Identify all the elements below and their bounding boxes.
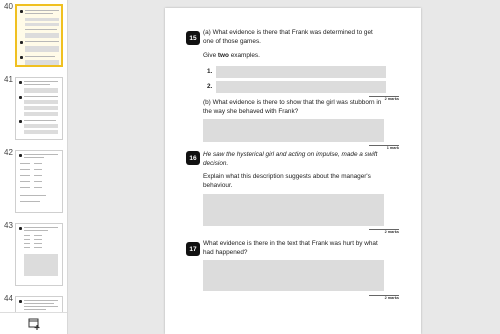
answer-box-15a-2[interactable] [216,81,386,93]
page-thumbnail[interactable] [15,223,63,286]
item-1-label: 1. [207,68,213,75]
page-number: 43 [4,221,13,230]
question-number: 16 [186,151,200,165]
page-number: 40 [4,2,13,11]
give-examples-instruction: Give two examples. [203,52,260,59]
thumbnail-row-43[interactable]: 43 [0,221,67,287]
document-page: 15 (a) What evidence is there that Frank… [165,8,421,334]
page-thumbnail[interactable] [15,150,63,213]
marks-label: 2 marks [384,230,399,234]
thumbnail-row-42[interactable]: 42 [0,148,67,214]
question-15a-text: (a) What evidence is there that Frank wa… [203,29,373,45]
marks-label: 2 marks [384,296,399,300]
question-16-quote: He saw the hysterical girl and acting on… [203,151,378,167]
page-thumbnail[interactable] [15,77,63,140]
item-2-label: 2. [207,83,213,90]
page-number: 44 [4,294,13,303]
sidebar-footer [0,312,67,334]
answer-box-15a-1[interactable] [216,66,386,78]
page-number: 41 [4,75,13,84]
answer-box-15b[interactable] [203,119,384,142]
question-number: 15 [186,31,200,45]
question-15b-text: (b) What evidence is there to show that … [203,99,382,115]
answer-box-16[interactable] [203,194,384,226]
thumbnail-row-41[interactable]: 41 [0,75,67,141]
marks-label: 1 mark [386,146,399,150]
question-16-text: Explain what this description suggests a… [203,173,371,189]
thumbnail-row-40[interactable]: 40 [0,2,67,68]
question-17-text: What evidence is there in the text that … [203,240,378,256]
page-thumbnail[interactable] [15,4,63,67]
page-number: 42 [4,148,13,157]
answer-box-17[interactable] [203,260,384,291]
page-thumbnail-sidebar: 40 41 42 43 44 [0,0,68,334]
add-page-icon[interactable] [28,318,40,330]
question-number: 17 [186,242,200,256]
